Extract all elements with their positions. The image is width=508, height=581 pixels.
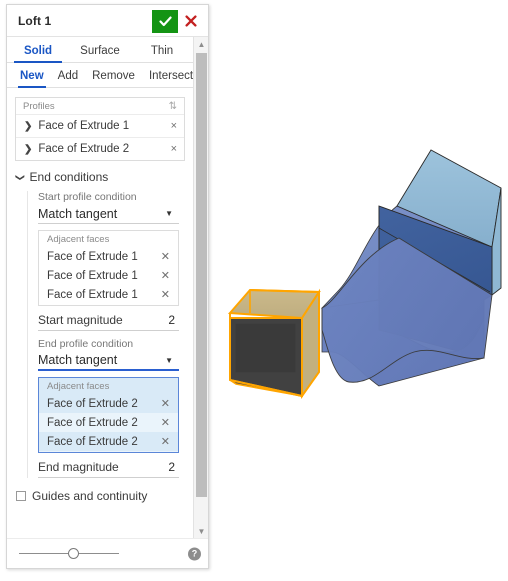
start-magnitude-field[interactable]: Start magnitude 2 <box>38 313 179 331</box>
end-conditions-group: Start profile condition Match tangent ▼ … <box>27 191 193 478</box>
tab-solid[interactable]: Solid <box>7 45 69 63</box>
end-adjacent-face-3: Face of Extrude 2 <box>47 435 138 448</box>
dialog-footer: ? <box>7 538 208 568</box>
profiles-header: Profiles ⇅ <box>16 98 184 114</box>
start-profile-condition-value: Match tangent <box>38 206 118 221</box>
profile-item-1-label: Face of Extrude 1 <box>38 120 130 132</box>
checkbox-box[interactable] <box>16 491 26 501</box>
chevron-down-icon: ▼ <box>165 209 173 218</box>
confirm-button[interactable] <box>152 9 178 33</box>
start-profile-condition-select[interactable]: Match tangent ▼ <box>38 204 179 224</box>
chevron-right-icon[interactable]: ❯ <box>24 144 32 155</box>
loft-model-svg <box>227 149 502 400</box>
list-item[interactable]: Face of Extrude 2 ✕ <box>39 394 178 413</box>
end-adjacent-faces-list[interactable]: Adjacent faces Face of Extrude 2 ✕ Face … <box>38 377 179 453</box>
list-item[interactable]: Face of Extrude 1 ✕ <box>39 247 178 266</box>
tab-thin[interactable]: Thin <box>131 45 193 62</box>
profile-item-2-label: Face of Extrude 2 <box>38 143 130 155</box>
highlight-inner-recess <box>235 323 296 373</box>
end-adjacent-face-2: Face of Extrude 2 <box>47 416 138 429</box>
dialog-body: Solid Surface Thin New Add Remove Inters… <box>7 37 208 538</box>
chevron-right-icon[interactable]: ❯ <box>24 121 32 132</box>
chevron-down-icon: ▼ <box>165 355 173 365</box>
list-item[interactable]: Face of Extrude 2 ✕ <box>39 451 178 452</box>
list-item[interactable]: Face of Extrude 1 ✕ <box>39 285 178 304</box>
start-adjacent-face-2-remove-icon[interactable]: ✕ <box>161 269 170 282</box>
start-adjacent-face-1-remove-icon[interactable]: ✕ <box>161 250 170 263</box>
list-item[interactable]: Face of Extrude 1 ✕ <box>39 266 178 285</box>
start-adjacent-face-3-remove-icon[interactable]: ✕ <box>161 288 170 301</box>
app-root: Loft 1 Solid Surface Thin New Add Remove… <box>0 0 508 581</box>
dialog-title: Loft 1 <box>18 13 52 28</box>
profile-item-2[interactable]: ❯ Face of Extrude 2 × <box>16 137 184 160</box>
primary-tabs: Solid Surface Thin <box>7 37 193 63</box>
checkmark-icon <box>158 16 172 26</box>
loft-form: Profiles ⇅ ❯ Face of Extrude 1 × ❯ Face … <box>7 88 193 538</box>
end-conditions-label: End conditions <box>29 170 109 184</box>
scrollbar-thumb[interactable] <box>196 53 207 497</box>
scroll-up-arrow-icon[interactable]: ▲ <box>194 37 209 51</box>
help-icon[interactable]: ? <box>188 547 201 560</box>
end-magnitude-field[interactable]: End magnitude 2 <box>38 460 179 478</box>
tab-remove[interactable]: Remove <box>85 70 142 87</box>
tab-new[interactable]: New <box>13 70 51 88</box>
start-adjacent-faces-label: Adjacent faces <box>47 234 110 245</box>
profile-item-1[interactable]: ❯ Face of Extrude 1 × <box>16 114 184 137</box>
end-profile-condition-value: Match tangent <box>38 353 118 367</box>
tab-surface[interactable]: Surface <box>69 45 131 62</box>
list-item[interactable]: Face of Extrude 2 ✕ <box>39 432 178 451</box>
sort-updown-icon[interactable]: ⇅ <box>169 101 177 112</box>
profiles-panel: Profiles ⇅ ❯ Face of Extrude 1 × ❯ Face … <box>15 97 185 161</box>
dialog-content: Solid Surface Thin New Add Remove Inters… <box>7 37 193 538</box>
end-adjacent-face-1: Face of Extrude 2 <box>47 397 138 410</box>
end-magnitude-label: End magnitude <box>38 460 119 474</box>
start-profile-condition-label: Start profile condition <box>38 191 137 203</box>
scroll-down-arrow-icon[interactable]: ▼ <box>194 524 209 538</box>
end-adjacent-face-1-remove-icon[interactable]: ✕ <box>161 397 170 410</box>
opacity-slider[interactable] <box>19 547 119 561</box>
end-adjacent-face-3-remove-icon[interactable]: ✕ <box>161 435 170 448</box>
cancel-button[interactable] <box>178 10 204 33</box>
start-adjacent-faces-list[interactable]: Adjacent faces Face of Extrude 1 ✕ Face … <box>38 230 179 306</box>
dialog-title-actions <box>152 5 204 37</box>
start-adjacent-face-2: Face of Extrude 1 <box>47 269 138 282</box>
dialog-titlebar: Loft 1 <box>7 5 208 37</box>
3d-viewport[interactable] <box>209 0 508 581</box>
vertical-scrollbar[interactable]: ▲ ▼ <box>193 37 208 538</box>
slider-knob[interactable] <box>67 547 79 559</box>
list-item[interactable]: Face of Extrude 1 ✕ <box>39 304 178 305</box>
start-adjacent-face-3: Face of Extrude 1 <box>47 288 138 301</box>
start-adjacent-face-1: Face of Extrude 1 <box>47 250 138 263</box>
list-item[interactable]: Face of Extrude 2 ✕ <box>39 413 178 432</box>
guides-and-continuity-checkbox[interactable]: Guides and continuity <box>16 489 193 503</box>
guides-and-continuity-label: Guides and continuity <box>32 489 148 503</box>
start-magnitude-label: Start magnitude <box>38 313 123 327</box>
tab-intersect[interactable]: Intersect <box>142 70 193 87</box>
end-magnitude-value[interactable]: 2 <box>119 460 179 474</box>
profiles-header-label: Profiles <box>23 101 55 112</box>
end-profile-condition-label: End profile condition <box>38 338 134 350</box>
secondary-tabs: New Add Remove Intersect <box>7 63 193 88</box>
chevron-down-icon: ❯ <box>15 173 26 181</box>
end-profile-condition-select[interactable]: Match tangent ▼ <box>38 351 179 371</box>
end-conditions-header[interactable]: ❯ End conditions <box>15 170 193 184</box>
close-icon <box>185 15 197 27</box>
profile-item-2-remove-icon[interactable]: × <box>171 143 177 155</box>
end-adjacent-faces-label: Adjacent faces <box>47 381 110 392</box>
tab-add[interactable]: Add <box>51 70 85 87</box>
profile-item-1-remove-icon[interactable]: × <box>171 120 177 132</box>
start-magnitude-value[interactable]: 2 <box>123 313 179 327</box>
end-adjacent-face-2-remove-icon[interactable]: ✕ <box>161 416 170 429</box>
loft-dialog: Loft 1 Solid Surface Thin New Add Remove… <box>6 4 209 569</box>
